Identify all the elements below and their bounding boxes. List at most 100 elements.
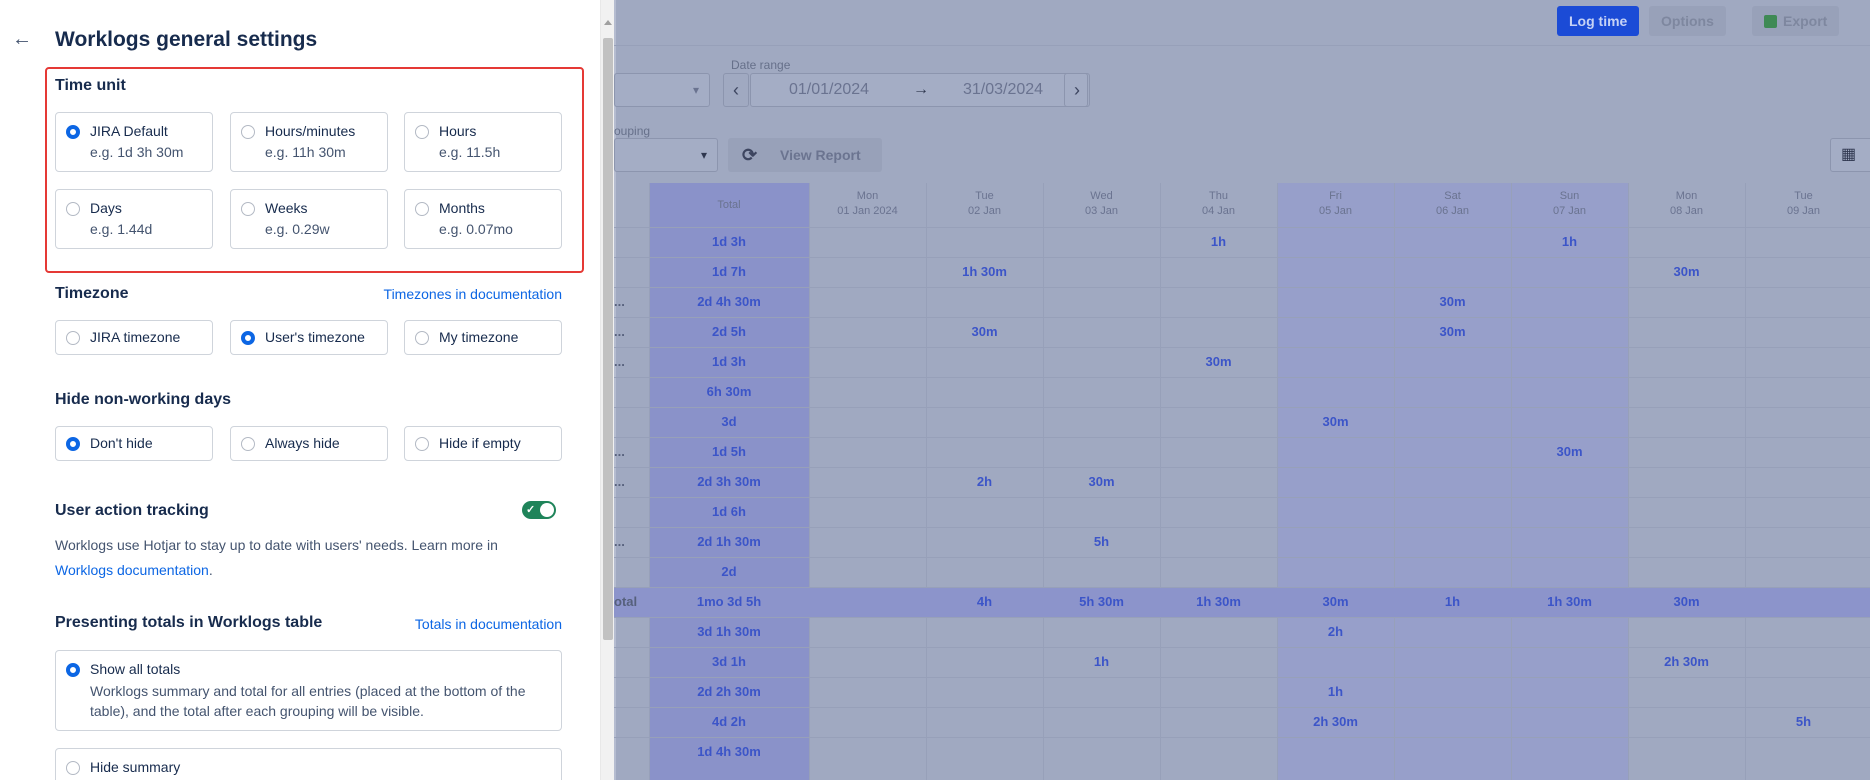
row-total: 1d 3h: [712, 354, 746, 369]
table-cell: 30m: [1322, 594, 1349, 609]
time-unit-option-months[interactable]: Months e.g. 0.07mo: [404, 189, 562, 249]
row-total: 6h 30m: [706, 384, 752, 399]
table-cell: 1h 30m: [1196, 594, 1241, 609]
time-unit-option-jira-default[interactable]: JIRA Default e.g. 1d 3h 30m: [55, 112, 213, 172]
row-label: [614, 377, 644, 407]
row-total: 2d 2h 30m: [697, 684, 761, 699]
time-unit-option-label: Months: [439, 200, 485, 216]
time-unit-option-days[interactable]: Days e.g. 1.44d: [55, 189, 213, 249]
row-label: ...: [614, 534, 625, 549]
time-unit-option-label: JIRA Default: [90, 123, 168, 139]
table-cell: 30m: [1439, 294, 1466, 309]
table-cell: 1h: [1561, 234, 1578, 249]
date-to: 31/03/2024: [963, 81, 1044, 98]
table-cell: 1h 30m: [1547, 594, 1592, 609]
row-label: ...: [614, 354, 625, 369]
time-unit-option-example: e.g. 11.5h: [439, 144, 501, 160]
non-working-option-always-hide[interactable]: Always hide: [230, 426, 388, 461]
options-button: Options: [1649, 6, 1726, 36]
day-name: Sat: [1444, 190, 1461, 202]
day-header: Tue 02 Jan: [926, 183, 1043, 227]
background-select: ▾: [614, 73, 710, 107]
tracking-desc-text: Worklogs use Hotjar to stay up to date w…: [55, 537, 498, 553]
day-date: 02 Jan: [967, 205, 1002, 217]
scrollbar-thumb[interactable]: [603, 38, 613, 640]
view-report-button: ⟳ View Report: [728, 138, 882, 172]
time-unit-option-example: e.g. 1.44d: [90, 221, 153, 237]
radio-icon[interactable]: [415, 331, 429, 345]
time-unit-option-example: e.g. 11h 30m: [265, 144, 346, 160]
timezone-option-jira-timezone[interactable]: JIRA timezone: [55, 320, 213, 355]
totals-option-desc: Worklogs summary and total for all entri…: [90, 683, 526, 719]
radio-icon[interactable]: [415, 202, 429, 216]
time-unit-option-label: Hours: [439, 123, 477, 139]
arrow-right-icon: →: [913, 81, 929, 98]
totals-option-show-all[interactable]: Show all totals Worklogs summary and tot…: [55, 650, 562, 731]
radio-icon[interactable]: [66, 761, 80, 775]
radio-selected-icon[interactable]: [241, 331, 255, 345]
date-next-icon: ›: [1064, 73, 1090, 107]
totals-option-hide-summary[interactable]: Hide summary: [55, 748, 562, 780]
row-total: 2d 3h 30m: [697, 474, 761, 489]
background-toolbar: Log time Options Export: [614, 0, 1870, 46]
day-header: Wed 03 Jan: [1043, 183, 1160, 227]
table-cell: 4h: [976, 594, 993, 609]
day-header: Thu 04 Jan: [1160, 183, 1277, 227]
table-cell: 30m: [1088, 474, 1115, 489]
radio-icon[interactable]: [241, 202, 255, 216]
day-date: 04 Jan: [1201, 205, 1236, 217]
day-date: 07 Jan: [1552, 205, 1587, 217]
timezones-doc-link[interactable]: Timezones in documentation: [384, 286, 562, 302]
back-arrow-icon[interactable]: ←: [12, 28, 34, 50]
time-unit-option-example: e.g. 0.07mo: [439, 221, 513, 237]
radio-icon[interactable]: [66, 331, 80, 345]
time-unit-option-label: Hours/minutes: [265, 123, 356, 139]
time-unit-option-example: e.g. 1d 3h 30m: [90, 144, 184, 160]
day-date: 01 Jan 2024: [837, 205, 898, 217]
non-working-option-hide-if-empty[interactable]: Hide if empty: [404, 426, 562, 461]
day-header: Mon 08 Jan: [1628, 183, 1745, 227]
time-unit-title: Time unit: [55, 77, 126, 94]
table-cell: 5h: [1795, 714, 1812, 729]
row-label: [614, 737, 644, 767]
timezone-option-user-s-timezone[interactable]: User's timezone: [230, 320, 388, 355]
totals-doc-link[interactable]: Totals in documentation: [415, 616, 562, 632]
table-cell: 2h: [1327, 624, 1344, 639]
day-header: Sat 06 Jan: [1394, 183, 1511, 227]
row-label: [614, 227, 644, 257]
timezone-option-my-timezone[interactable]: My timezone: [404, 320, 562, 355]
radio-icon[interactable]: [66, 202, 80, 216]
row-label: [614, 677, 644, 707]
non-working-option-don-t-hide[interactable]: Don't hide: [55, 426, 213, 461]
radio-selected-icon[interactable]: [66, 663, 80, 677]
time-unit-option-hours[interactable]: Hours e.g. 11.5h: [404, 112, 562, 172]
scroll-up-icon[interactable]: [604, 20, 612, 25]
worklogs-doc-link[interactable]: Worklogs documentation: [55, 562, 209, 578]
non-working-option-label: Hide if empty: [439, 435, 521, 451]
day-name: Thu: [1209, 190, 1228, 202]
radio-icon[interactable]: [241, 125, 255, 139]
radio-icon[interactable]: [415, 125, 429, 139]
radio-icon[interactable]: [241, 437, 255, 451]
worklogs-table: Total Mon 01 Jan 2024 Tue 02 Jan Wed 03 Jan Thu…: [614, 183, 1870, 780]
day-name: Mon: [856, 190, 879, 202]
background-worklogs-report: Log time Options Export Date range ▾ ‹ 0…: [614, 0, 1870, 780]
tracking-desc-end: .: [208, 562, 213, 578]
tracking-toggle[interactable]: ✓: [522, 501, 556, 519]
radio-selected-icon[interactable]: [66, 437, 80, 451]
refresh-icon: ⟳: [742, 145, 758, 165]
timezone-option-label: My timezone: [439, 329, 519, 345]
radio-selected-icon[interactable]: [66, 125, 80, 139]
row-total: 1d 4h 30m: [697, 744, 761, 759]
day-date: 03 Jan: [1084, 205, 1119, 217]
timezone-option-label: JIRA timezone: [90, 329, 181, 345]
non-working-days-title: Hide non-working days: [55, 391, 232, 408]
time-unit-option-hours-minutes[interactable]: Hours/minutes e.g. 11h 30m: [230, 112, 388, 172]
panel-scrollbar[interactable]: [600, 0, 614, 780]
log-time-button: Log time: [1557, 6, 1640, 36]
tracking-description: Worklogs use Hotjar to stay up to date w…: [55, 533, 545, 583]
time-unit-option-weeks[interactable]: Weeks e.g. 0.29w: [230, 189, 388, 249]
day-name: Sun: [1559, 190, 1580, 202]
row-total: 3d 1h 30m: [697, 624, 761, 639]
radio-icon[interactable]: [415, 437, 429, 451]
